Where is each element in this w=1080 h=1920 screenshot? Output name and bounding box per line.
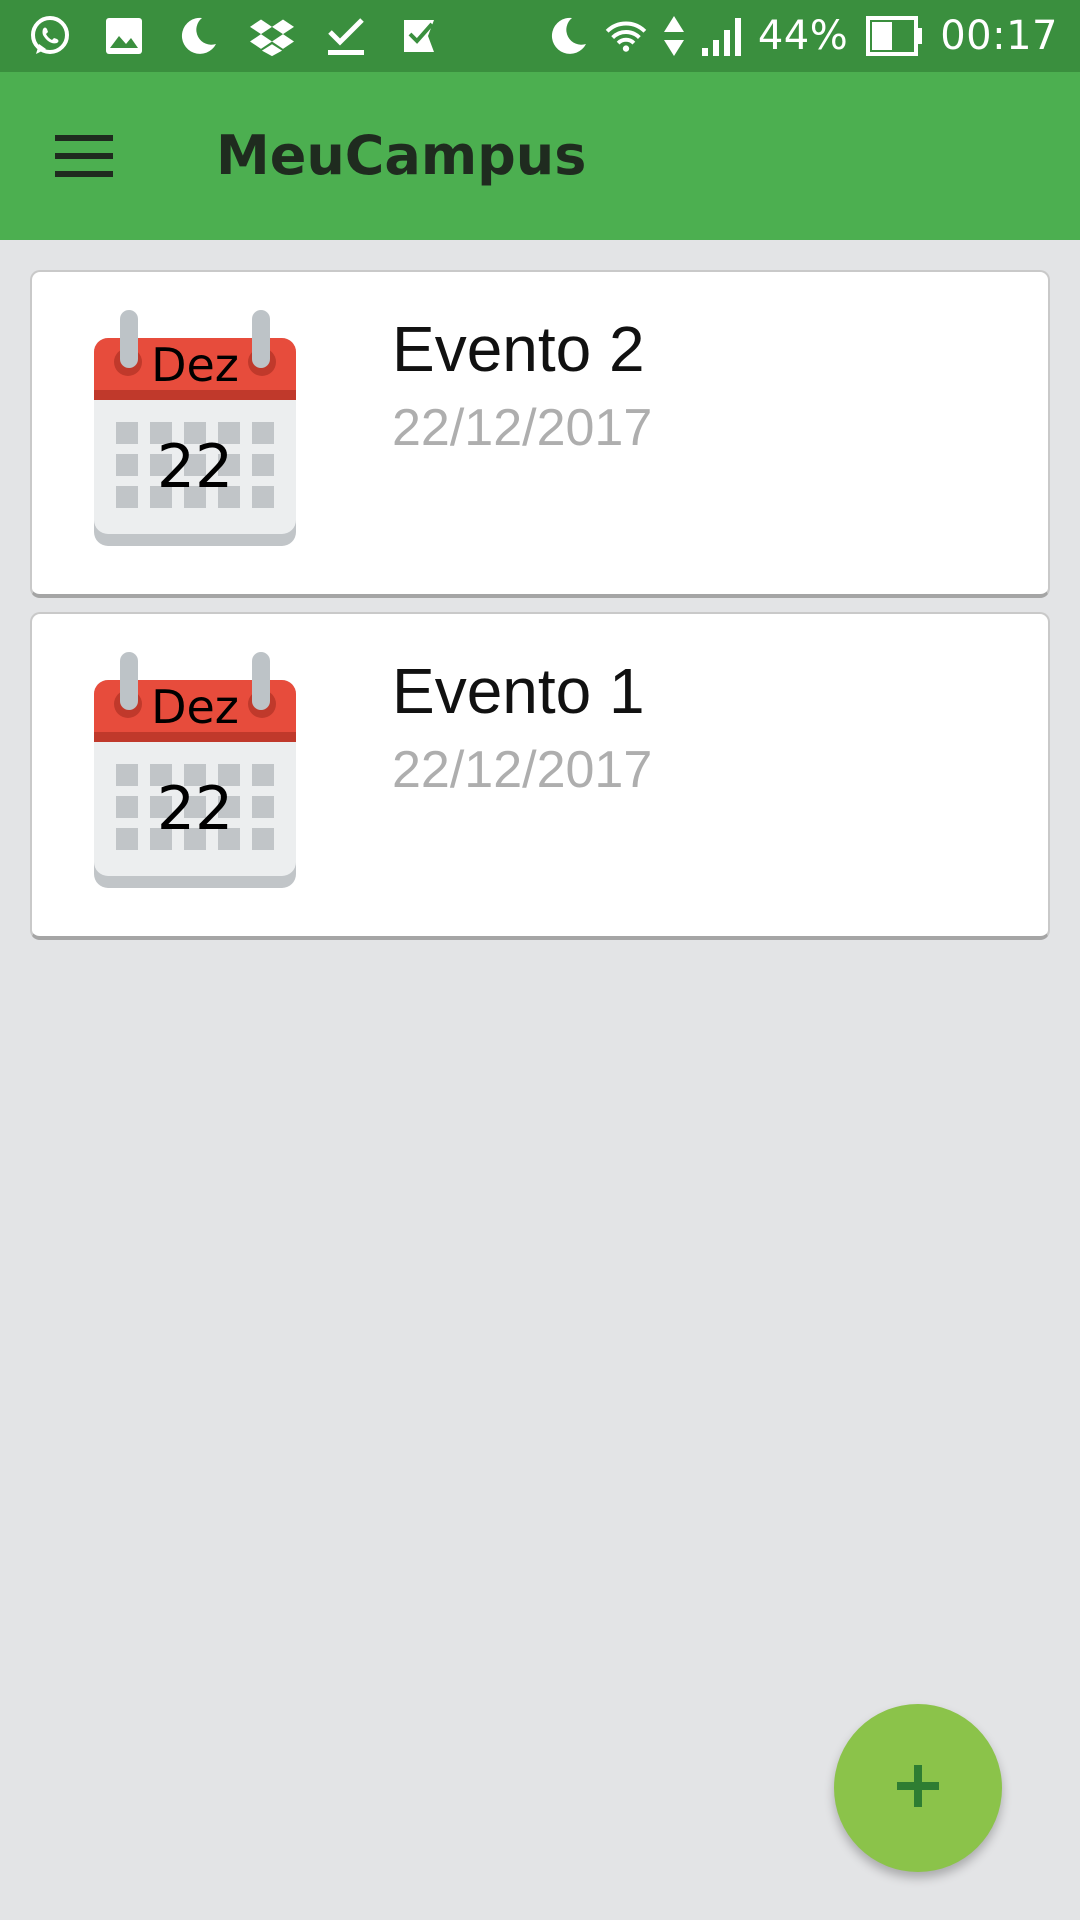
clock: 00:17: [940, 13, 1058, 59]
calendar-day: 22: [156, 432, 234, 502]
image-icon: [102, 14, 146, 58]
system-icons: 44% 00:17: [546, 0, 1058, 72]
calendar-day: 22: [156, 774, 234, 844]
calendar-icon: Dez 22: [92, 310, 298, 548]
data-arrows-icon: [662, 14, 686, 58]
download-done-icon: [324, 14, 368, 58]
calendar-icon: Dez 22: [92, 652, 298, 890]
task-check-icon: [398, 14, 442, 58]
moon-icon: [176, 14, 220, 58]
status-bar: 44% 00:17: [0, 0, 1080, 72]
app-bar: MeuCampus: [0, 72, 1080, 240]
event-card[interactable]: Dez 22 Evento 1 22/12/2017: [30, 612, 1050, 940]
battery-icon: [866, 14, 926, 58]
moon-icon: [546, 14, 590, 58]
whatsapp-icon: [28, 14, 72, 58]
signal-icon: [700, 14, 744, 58]
hamburger-menu-icon[interactable]: [36, 108, 132, 204]
notification-icons: [28, 0, 442, 72]
battery-percent: 44%: [757, 13, 849, 59]
event-list: Dez 22 Evento 2 22/12/2017 Dez 22 Evento…: [30, 270, 1050, 954]
app-title: MeuCampus: [216, 124, 587, 187]
event-date: 22/12/2017: [392, 741, 653, 799]
dropbox-icon: [250, 14, 294, 58]
calendar-month: Dez: [151, 338, 239, 392]
event-date: 22/12/2017: [392, 399, 653, 457]
plus-icon: [897, 1765, 939, 1811]
event-title: Evento 2: [392, 313, 645, 385]
event-title: Evento 1: [392, 655, 645, 727]
wifi-icon: [604, 14, 648, 58]
calendar-month: Dez: [151, 680, 239, 734]
event-card[interactable]: Dez 22 Evento 2 22/12/2017: [30, 270, 1050, 598]
add-event-button[interactable]: [834, 1704, 1002, 1872]
